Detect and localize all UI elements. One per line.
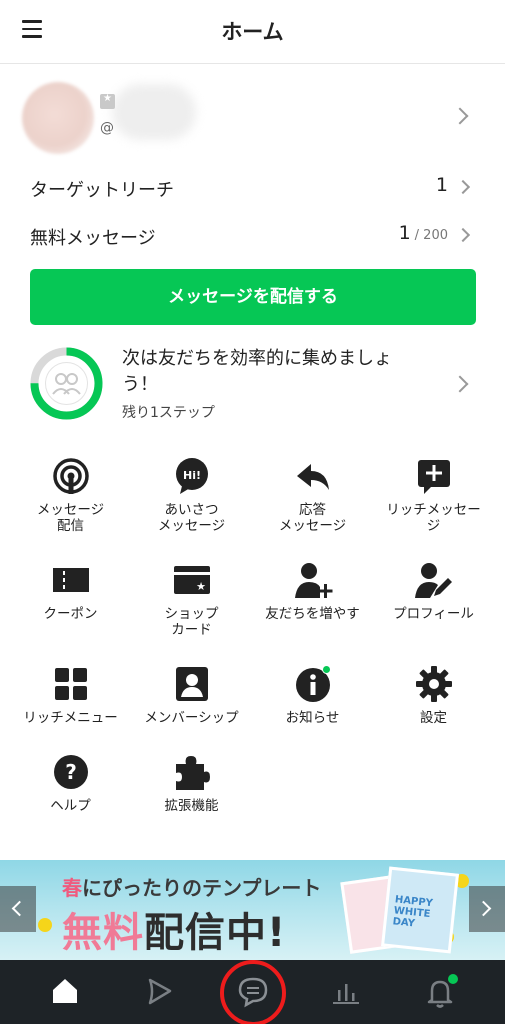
grid-item-message-broadcast[interactable]: メッセージ 配信 xyxy=(10,456,131,534)
target-reach-label: ターゲットリーチ xyxy=(30,180,174,201)
broadcast-icon xyxy=(51,456,91,496)
svg-text:★: ★ xyxy=(196,580,206,593)
grid-item-label: お知らせ xyxy=(285,710,340,726)
account-id: @ xyxy=(100,120,114,136)
voom-tab[interactable] xyxy=(139,970,179,1014)
account-name-redacted xyxy=(112,84,196,140)
grid-item-label: ショップ カード xyxy=(164,606,219,638)
reply-arrow-icon xyxy=(293,456,333,496)
progress-subtitle: 残り1ステップ xyxy=(122,405,215,421)
grid-item-settings[interactable]: 設定 xyxy=(373,664,494,726)
grid-item-label: 応答 メッセージ xyxy=(278,502,347,534)
shop-card-icon: ★ xyxy=(172,560,212,600)
banner-headline: 春にぴったりのテンプレート xyxy=(62,876,322,900)
notification-dot xyxy=(448,974,458,984)
grid-item-label: プロフィール xyxy=(393,606,474,622)
profile-edit-icon xyxy=(414,560,454,600)
chevron-right-icon xyxy=(455,179,471,195)
coupon-icon xyxy=(51,560,91,600)
add-friend-icon xyxy=(293,560,333,600)
grid-item-label: メッセージ 配信 xyxy=(36,502,105,534)
free-messages-label: 無料メッセージ xyxy=(30,228,156,249)
avatar xyxy=(22,82,94,154)
grid-item-label: あいさつ メッセージ xyxy=(157,502,226,534)
account-row[interactable]: @ xyxy=(0,72,505,160)
grid-item-greeting-message[interactable]: Hi! あいさつ メッセージ xyxy=(131,456,252,534)
svg-text:Hi!: Hi! xyxy=(183,469,201,482)
template-card-image: HAPPY WHITE DAY xyxy=(381,866,459,954)
promo-banner[interactable]: 春にぴったりのテンプレート 無料配信中! HAPPY WHITE DAY xyxy=(0,860,505,960)
account-badge-icon xyxy=(100,93,115,109)
grid-item-auto-reply[interactable]: 応答 メッセージ xyxy=(252,456,373,534)
grid-item-profile[interactable]: プロフィール xyxy=(373,560,494,622)
rich-message-icon xyxy=(414,456,454,496)
grid-item-label: ヘルプ xyxy=(50,798,91,814)
target-reach-row[interactable]: ターゲットリーチ 1 xyxy=(0,166,505,210)
banner-prev-button[interactable] xyxy=(0,886,36,932)
flower-decoration xyxy=(38,918,52,932)
chevron-right-icon xyxy=(455,227,471,243)
grid-item-shop-card[interactable]: ★ ショップ カード xyxy=(131,560,252,638)
play-icon xyxy=(148,978,172,1005)
home-icon xyxy=(53,979,77,1003)
analytics-tab[interactable] xyxy=(326,970,366,1014)
grid-item-coupon[interactable]: クーポン xyxy=(10,560,131,622)
help-icon: ? xyxy=(51,752,91,792)
send-message-button[interactable]: メッセージを配信する xyxy=(30,269,476,325)
progress-ring xyxy=(30,347,103,420)
highlight-annotation-circle xyxy=(220,960,286,1024)
membership-icon xyxy=(172,664,212,704)
page-title: ホーム xyxy=(221,20,284,44)
rich-menu-icon xyxy=(51,664,91,704)
banner-next-button[interactable] xyxy=(469,886,505,932)
unread-dot xyxy=(321,665,331,674)
bar-chart-icon xyxy=(333,984,359,1004)
target-reach-value: 1 xyxy=(435,174,448,196)
home-tab[interactable] xyxy=(45,970,85,1014)
info-icon xyxy=(293,664,333,704)
grid-item-label: 拡張機能 xyxy=(164,798,219,814)
grid-item-add-friends[interactable]: 友だちを増やす xyxy=(252,560,373,622)
puzzle-icon xyxy=(172,752,212,792)
grid-item-extensions[interactable]: 拡張機能 xyxy=(131,752,252,814)
grid-item-rich-message[interactable]: リッチメッセー ジ xyxy=(373,456,494,534)
grid-item-label: クーポン xyxy=(43,606,98,622)
grid-item-label: リッチメッセー ジ xyxy=(386,502,481,534)
chevron-left-icon xyxy=(11,900,28,917)
grid-item-help[interactable]: ? ヘルプ xyxy=(10,752,131,814)
progress-title: 次は友だちを効率的に集めましょう！ xyxy=(122,348,392,395)
banner-main-text: 無料配信中! xyxy=(62,910,287,956)
grid-item-label: 友だちを増やす xyxy=(265,606,360,622)
grid-item-rich-menu[interactable]: リッチメニュー xyxy=(10,664,131,726)
chevron-right-icon xyxy=(451,375,469,393)
free-messages-row[interactable]: 無料メッセージ 1/ 200 xyxy=(0,214,505,258)
grid-item-membership[interactable]: メンバーシップ xyxy=(131,664,252,726)
chevron-right-icon xyxy=(475,900,492,917)
notifications-tab[interactable] xyxy=(420,970,460,1014)
header: ホーム xyxy=(0,0,505,64)
free-messages-quota: / 200 xyxy=(414,228,448,243)
chevron-right-icon xyxy=(451,107,469,125)
grid-item-label: メンバーシップ xyxy=(144,710,239,726)
svg-text:?: ? xyxy=(65,760,77,784)
grid-item-label: 設定 xyxy=(420,710,447,726)
hi-bubble-icon: Hi! xyxy=(172,456,212,496)
grid-item-label: リッチメニュー xyxy=(23,710,118,726)
onboarding-progress-card[interactable]: 次は友だちを効率的に集めましょう！ 残り1ステップ xyxy=(0,340,505,428)
grid-item-notices[interactable]: お知らせ xyxy=(252,664,373,726)
gear-icon xyxy=(414,664,454,704)
free-messages-value: 1/ 200 xyxy=(398,222,448,244)
